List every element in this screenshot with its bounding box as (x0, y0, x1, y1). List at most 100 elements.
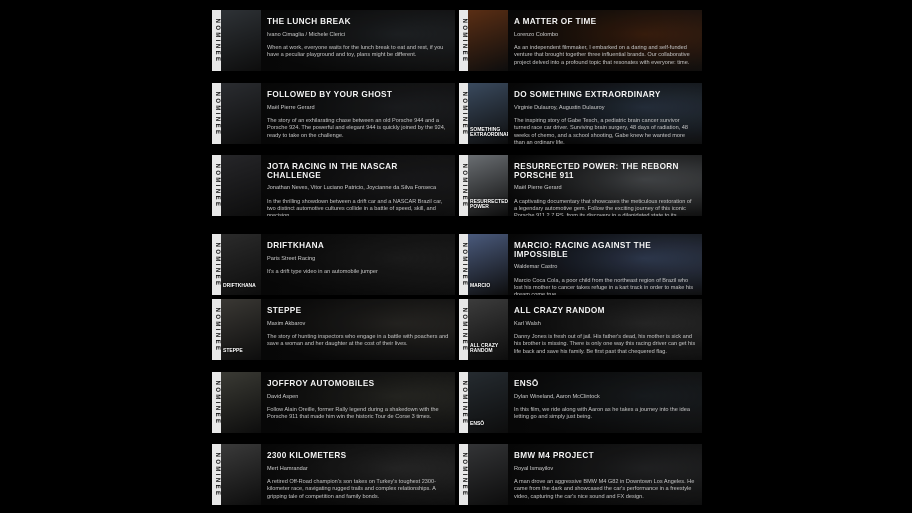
card-content: 2300 KILOMETERS Mert Hamrandar A retired O… (267, 451, 449, 501)
nominee-strip: NOMINEE (212, 299, 221, 360)
film-poster[interactable] (221, 155, 261, 216)
film-title[interactable]: DO SOMETHING EXTRAORDINARY (514, 90, 696, 100)
nominee-strip: NOMINEE (459, 10, 468, 71)
film-credits: Maël Pierre Gerard (514, 185, 562, 192)
film-credits: Dylan Wineland, Aaron McClintock (514, 393, 600, 400)
film-description: A captivating documentary that showcases… (514, 198, 692, 216)
card-content: RESURRECTED POWER: THE REBORN PORSCHE 91… (514, 162, 696, 216)
film-description: As an independent filmmaker, I embarked … (514, 45, 690, 66)
poster-title: ENSŌ (470, 420, 485, 427)
nominee-label: NOMINEE (460, 18, 467, 63)
film-card[interactable]: NOMINEE ALL CRAZY RANDOM ALL CRAZY RANDOM K… (459, 299, 702, 360)
film-title[interactable]: ALL CRAZY RANDOM (514, 306, 696, 316)
film-credits: David Aspen (267, 393, 299, 400)
poster-title: ALL CRAZY RANDOM (470, 342, 499, 354)
film-card[interactable]: NOMINEE DRIFTKHANA DRIFTKHANA Paris Street … (212, 234, 455, 295)
nominee-strip: NOMINEE (212, 83, 221, 144)
film-poster[interactable] (221, 83, 261, 144)
film-card[interactable]: NOMINEE JOFFROY AUTOMOBILES David Aspen Fol… (212, 372, 455, 433)
film-description: The story of an exhilarating chase betwe… (267, 118, 446, 139)
poster-title: SOMETHING EXTRAORDINARY (470, 126, 508, 138)
film-card[interactable]: NOMINEE RESURRECTED POWER RESURRECTED POWE… (459, 155, 702, 216)
film-card[interactable]: NOMINEESOMETHING EXTRAORDINARY DO SOMETHI… (459, 83, 702, 144)
card-content: DO SOMETHING EXTRAORDINARY Virginie Dulau… (514, 90, 696, 144)
film-credits: Mert Hamrandar (267, 465, 308, 472)
poster-title: STEPPE (223, 347, 243, 354)
film-description: When at work, everyone waits for the lun… (267, 45, 444, 59)
film-credits: Ivano Cimaglia / Michele Clerici (267, 31, 346, 38)
film-poster[interactable]: SOMETHING EXTRAORDINARY (468, 83, 508, 144)
film-card[interactable]: NOMINEE BMW M4 PROJECT Royal Ismayilov A ma… (459, 444, 702, 505)
card-content: BMW M4 PROJECT Royal Ismayilov A man drove… (514, 451, 696, 501)
nominee-label: NOMINEE (213, 91, 220, 136)
poster-title: MARCIO (470, 282, 491, 289)
film-poster[interactable]: DRIFTKHANA (221, 234, 261, 295)
nominee-strip: NOMINEE (459, 372, 468, 433)
card-content: JOFFROY AUTOMOBILES David Aspen Follow Ala… (267, 379, 449, 429)
film-poster[interactable]: ENSŌ (468, 372, 508, 433)
nominee-label: NOMINEE (460, 307, 467, 352)
nominee-strip: NOMINEE (459, 299, 468, 360)
card-content: A MATTER OF TIME Lorenzo Colombo As an ind… (514, 17, 696, 67)
film-card[interactable]: NOMINEE JOTA RACING IN THE NASCAR CHALLEN… (212, 155, 455, 216)
film-credits: Waldemar Castro (514, 264, 558, 271)
film-credits: Royal Ismayilov (514, 465, 554, 472)
card-content: STEPPE Maxim Akbarov The story of hunting … (267, 306, 449, 356)
nominee-label: NOMINEE (460, 452, 467, 497)
film-poster[interactable] (221, 10, 261, 71)
film-poster[interactable]: ALL CRAZY RANDOM (468, 299, 508, 360)
film-title[interactable]: FOLLOWED BY YOUR GHOST (267, 90, 449, 100)
nominee-grid: NOMINEE THE LUNCH BREAK Ivano Cimaglia / M… (0, 0, 912, 513)
film-title[interactable]: STEPPE (267, 306, 449, 316)
nominee-label: NOMINEE (213, 452, 220, 497)
film-poster[interactable] (221, 372, 261, 433)
film-card[interactable]: NOMINEE STEPPE STEPPE Maxim Akbarov The stor… (212, 299, 455, 360)
film-title[interactable]: A MATTER OF TIME (514, 17, 696, 27)
film-title[interactable]: RESURRECTED POWER: THE REBORN PORSCHE 91… (514, 162, 696, 180)
film-description: A man drove an aggressive BMW M4 G82 in … (514, 479, 695, 500)
nominee-label: NOMINEE (460, 380, 467, 425)
film-card[interactable]: NOMINEE MARCIO MARCIO: RACING AGAINST THE … (459, 234, 702, 295)
nominee-label: NOMINEE (213, 242, 220, 287)
film-description: The story of hunting inspectors who enga… (267, 334, 449, 348)
film-credits: Jonathan Neves, Vitor Luciano Patricio, … (267, 185, 437, 192)
film-credits: Karl Walsh (514, 320, 541, 327)
film-poster[interactable] (221, 444, 261, 505)
film-card[interactable]: NOMINEE ENSŌ ENSŌ Dylan Wineland, Aaron McC… (459, 372, 702, 433)
film-card[interactable]: NOMINEE A MATTER OF TIME Lorenzo Colombo As… (459, 10, 702, 71)
film-poster[interactable]: RESURRECTED POWER (468, 155, 508, 216)
film-title[interactable]: BMW M4 PROJECT (514, 451, 696, 461)
nominee-strip: NOMINEE (459, 155, 468, 216)
film-description: In this film, we ride along with Aaron a… (514, 407, 690, 421)
card-content: DRIFTKHANA Paris Street Racing It's a drif… (267, 241, 449, 291)
nominee-label: NOMINEE (460, 163, 467, 208)
poster-title: DRIFTKHANA (223, 282, 256, 289)
film-description: Danny Jones is fresh out of jail. His fa… (514, 334, 696, 355)
poster-title: RESURRECTED POWER (470, 198, 508, 210)
nominee-label: NOMINEE (460, 91, 467, 136)
film-title[interactable]: MARCIO: RACING AGAINST THE IMPOSSIBLE (514, 241, 696, 259)
film-title[interactable]: ENSŌ (514, 379, 696, 389)
film-description: A retired Off-Road champion's son takes … (267, 479, 437, 500)
film-description: It's a drift type video in an automobile… (267, 269, 378, 276)
film-poster[interactable]: MARCIO (468, 234, 508, 295)
card-content: MARCIO: RACING AGAINST THE IMPOSSIBLE Wal… (514, 241, 696, 295)
card-content: ENSŌ Dylan Wineland, Aaron McClintock In t… (514, 379, 696, 429)
film-poster[interactable]: STEPPE (221, 299, 261, 360)
card-content: THE LUNCH BREAK Ivano Cimaglia / Michele … (267, 17, 449, 67)
nominee-label: NOMINEE (213, 380, 220, 425)
film-card[interactable]: NOMINEE FOLLOWED BY YOUR GHOST Maël Pierre… (212, 83, 455, 144)
nominee-strip: NOMINEE (212, 155, 221, 216)
film-title[interactable]: JOTA RACING IN THE NASCAR CHALLENGE (267, 162, 449, 180)
film-credits: Paris Street Racing (267, 255, 316, 262)
film-poster[interactable] (468, 10, 508, 71)
nominee-label: NOMINEE (460, 242, 467, 287)
film-title[interactable]: THE LUNCH BREAK (267, 17, 449, 27)
film-credits: Lorenzo Colombo (514, 31, 559, 38)
film-card[interactable]: NOMINEE THE LUNCH BREAK Ivano Cimaglia / M… (212, 10, 455, 71)
film-poster[interactable] (468, 444, 508, 505)
film-title[interactable]: 2300 KILOMETERS (267, 451, 449, 461)
film-card[interactable]: NOMINEE 2300 KILOMETERS Mert Hamrandar A re… (212, 444, 455, 505)
film-title[interactable]: JOFFROY AUTOMOBILES (267, 379, 449, 389)
film-title[interactable]: DRIFTKHANA (267, 241, 449, 251)
